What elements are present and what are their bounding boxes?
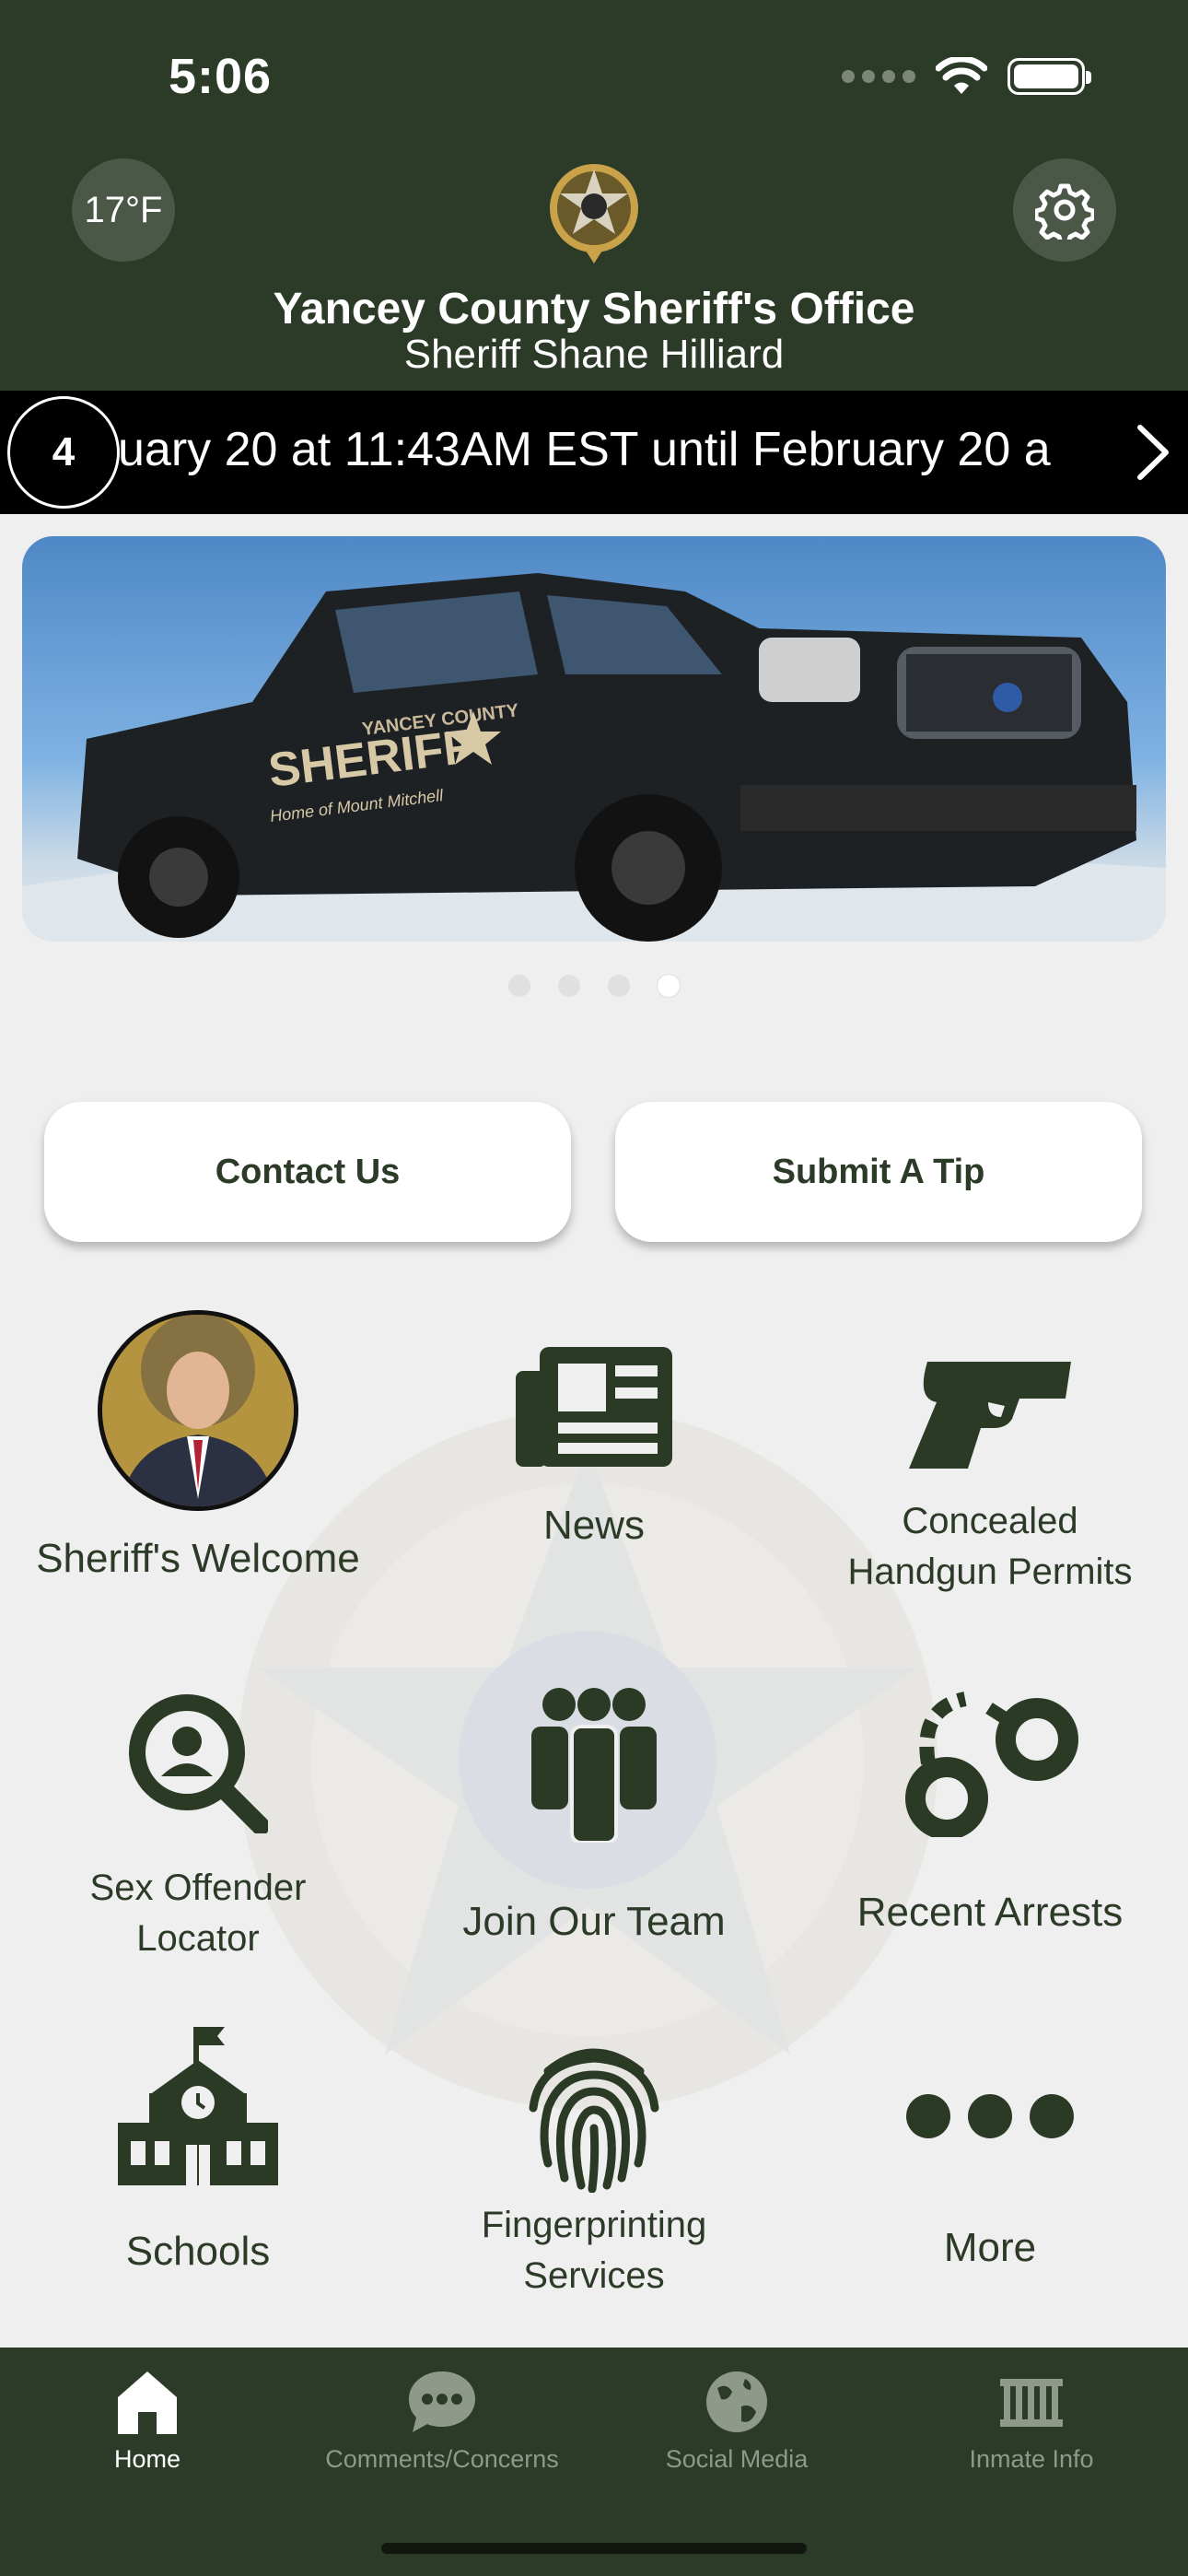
recent-arrests-tile[interactable]: Recent Arrests	[792, 1690, 1188, 1938]
sheriffs-welcome-tile[interactable]: Sheriff's Welcome	[0, 1310, 396, 1584]
tab-inmate-label: Inmate Info	[969, 2445, 1094, 2473]
home-icon	[118, 2371, 177, 2434]
sex-offender-label-line2: Locator	[136, 1918, 260, 1960]
contact-us-button[interactable]: Contact Us	[44, 1102, 571, 1242]
gear-icon	[1035, 183, 1094, 240]
page-dot[interactable]	[558, 975, 580, 997]
alert-count-badge: 4	[7, 396, 120, 509]
sheriff-name: Sheriff Shane Hilliard	[403, 332, 785, 377]
search-person-icon	[129, 1694, 268, 1833]
app-header: 5:06 17°F Yancey County Sheriff's Office…	[0, 0, 1188, 391]
submit-tip-button[interactable]: Submit A Tip	[615, 1102, 1142, 1242]
battery-icon	[1007, 58, 1091, 95]
concealed-handgun-permits-tile[interactable]: Concealed Handgun Permits	[792, 1362, 1188, 1598]
schools-tile[interactable]: Schools	[0, 2027, 396, 2277]
chevron-right-icon[interactable]	[1131, 424, 1173, 481]
join-our-team-label: Join Our Team	[462, 1899, 726, 1944]
wifi-icon	[936, 57, 987, 94]
tab-comments-label: Comments/Concerns	[325, 2445, 559, 2473]
concealed-label-line2: Handgun Permits	[847, 1551, 1133, 1593]
join-our-team-tile[interactable]: Join Our Team	[396, 1686, 792, 1947]
agency-title: Yancey County Sheriff's Office	[273, 285, 915, 334]
status-time: 5:06	[169, 49, 273, 104]
concealed-label-line1: Concealed	[902, 1501, 1078, 1541]
tab-social-label: Social Media	[665, 2445, 809, 2473]
fingerprinting-label-line1: Fingerprinting	[481, 2205, 707, 2245]
fingerprinting-label-line2: Services	[523, 2255, 665, 2297]
page-dot[interactable]	[508, 975, 530, 997]
more-tile[interactable]: More	[792, 2093, 1188, 2273]
sheriff-avatar	[98, 1310, 298, 1511]
fingerprinting-services-tile[interactable]: Fingerprinting Services	[396, 2043, 792, 2301]
weather-temperature[interactable]: 17°F	[72, 158, 175, 262]
alert-ticker[interactable]: uary 20 at 11:43AM EST until February 20…	[0, 391, 1188, 514]
sex-offender-locator-tile[interactable]: Sex Offender Locator	[0, 1693, 396, 1964]
sheriff-badge-logo	[550, 164, 638, 263]
cellular-signal-icon	[842, 70, 915, 83]
news-label: News	[542, 1503, 646, 1548]
sheriff-portrait	[102, 1315, 294, 1506]
chat-bubble-icon	[409, 2371, 475, 2432]
more-label: More	[943, 2225, 1037, 2270]
sheriff-truck-image: YANCEY COUNTY SHERIFF Home of Mount Mitc…	[22, 573, 1166, 942]
home-indicator	[381, 2543, 807, 2554]
ticker-text: uary 20 at 11:43AM EST until February 20…	[118, 423, 1051, 476]
settings-button[interactable]	[1013, 158, 1116, 262]
tab-home-label: Home	[113, 2445, 181, 2473]
bottom-tab-bar: Home Comments/Concerns Social Media Inma…	[0, 2348, 1188, 2576]
jail-bars-icon	[1000, 2379, 1063, 2427]
page-dot[interactable]	[608, 975, 630, 997]
handcuffs-icon	[905, 1692, 1078, 1837]
newspaper-icon	[516, 1347, 672, 1467]
more-dots-icon	[906, 2094, 1074, 2138]
carousel-page-indicator[interactable]	[0, 975, 1188, 997]
page-dot-active[interactable]	[658, 975, 680, 997]
image-carousel[interactable]: YANCEY COUNTY SHERIFF Home of Mount Mitc…	[22, 536, 1166, 942]
status-icons	[842, 57, 1091, 96]
school-icon	[118, 2027, 278, 2185]
tab-comments-concerns[interactable]: Comments/Concerns	[295, 2370, 589, 2474]
tab-social-media[interactable]: Social Media	[589, 2370, 884, 2474]
handgun-icon	[909, 1362, 1071, 1469]
news-tile[interactable]: News	[396, 1347, 792, 1551]
schools-label: Schools	[125, 2229, 271, 2274]
tab-home[interactable]: Home	[0, 2370, 295, 2474]
team-icon	[531, 1688, 657, 1843]
sex-offender-label-line1: Sex Offender	[89, 1868, 307, 1908]
sheriffs-welcome-label: Sheriff's Welcome	[36, 1536, 360, 1581]
fingerprint-icon	[529, 2048, 659, 2193]
globe-icon	[706, 2371, 767, 2432]
tab-inmate-info[interactable]: Inmate Info	[884, 2370, 1179, 2474]
recent-arrests-label: Recent Arrests	[856, 1890, 1124, 1935]
